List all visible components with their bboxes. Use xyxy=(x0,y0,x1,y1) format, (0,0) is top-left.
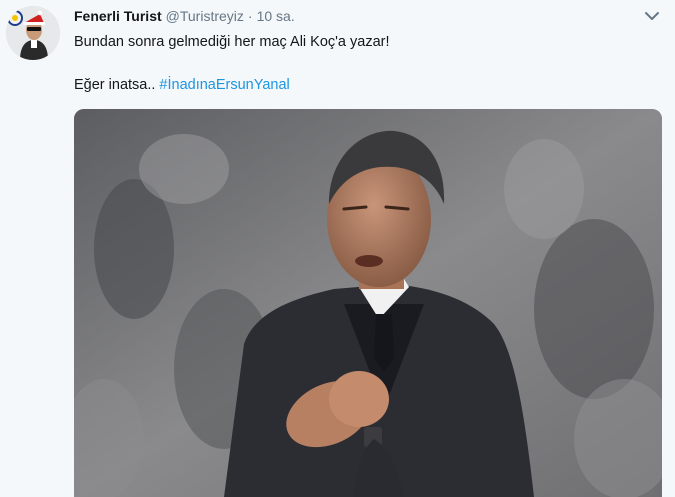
display-name[interactable]: Fenerli Turist xyxy=(74,8,162,24)
chevron-down-icon[interactable] xyxy=(643,9,661,23)
tweet-text-line-1: Bundan sonra gelmediği her maç Ali Koç'a… xyxy=(74,34,390,50)
tweet-text-line-2: Eğer inatsa.. #İnadınaErsunYanal xyxy=(74,75,290,95)
tweet-header: Fenerli Turist @Turistreyiz · 10 sa. xyxy=(74,7,295,25)
tweet-text-line-2-body: Eğer inatsa.. xyxy=(74,77,156,93)
hashtag-link[interactable]: #İnadınaErsunYanal xyxy=(159,77,289,93)
tweet-photo[interactable] xyxy=(74,109,662,497)
avatar[interactable] xyxy=(6,6,60,60)
separator-dot: · xyxy=(247,8,253,24)
photo-image xyxy=(74,109,662,497)
timestamp[interactable]: 10 sa. xyxy=(257,8,295,24)
user-handle[interactable]: @Turistreyiz xyxy=(166,8,244,24)
avatar-image xyxy=(6,6,60,60)
tweet: Fenerli Turist @Turistreyiz · 10 sa. Bundan… xyxy=(0,0,675,497)
